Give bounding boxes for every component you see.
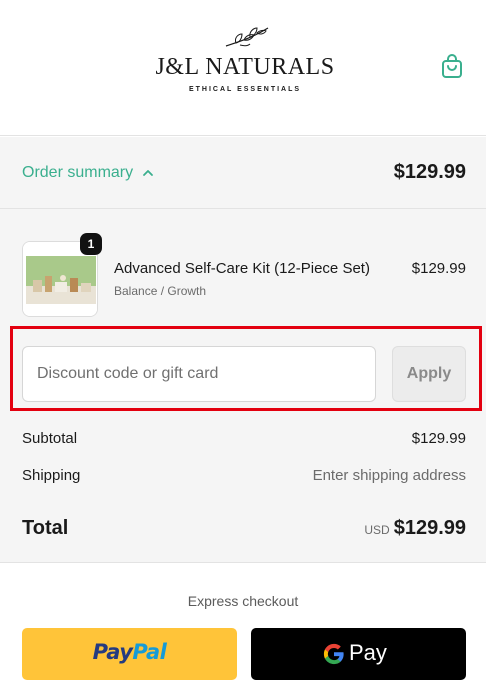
apply-discount-button[interactable]: Apply [392,346,466,402]
order-summary-label: Order summary [22,164,134,181]
paypal-logo-part2: Pal [132,640,167,664]
shipping-value: Enter shipping address [312,467,466,484]
express-checkout-label: Express checkout [187,593,299,609]
google-pay-button[interactable]: Pay [251,628,466,680]
shipping-label: Shipping [22,467,81,484]
chevron-up-icon [143,170,153,176]
order-summary-total: $129.99 [393,161,466,183]
brand-tagline: ETHICAL ESSENTIALS [188,86,302,93]
subtotal-value: $129.99 [411,430,466,447]
currency-code: USD [364,523,390,537]
store-logo[interactable]: J&L NATURALS ETHICAL ESSENTIALS [150,24,340,104]
total-row: Total USD $129.99 [22,517,466,540]
total-value: $129.99 [393,517,466,539]
shipping-row: Shipping Enter shipping address [22,467,466,484]
google-g-icon [323,643,344,665]
line-item: 1 Advanced Self-Care Kit (12-Piece Set) … [22,233,466,317]
product-name: Advanced Self-Care Kit (12-Piece Set) [114,260,370,277]
leaf-branch-icon [225,27,269,47]
product-price: $129.99 [411,260,466,277]
total-label: Total [22,517,69,539]
quantity-badge: 1 [80,233,102,255]
order-summary-toggle[interactable]: Order summary $129.99 [0,137,486,209]
paypal-button[interactable]: PayPal [22,628,237,680]
brand-name: J&L NATURALS [155,54,335,80]
order-summary-panel: Order summary $129.99 1 Advanced Self-Ca… [0,137,486,563]
shopping-bag-icon[interactable] [441,53,463,79]
paypal-logo-part1: Pay [92,640,133,664]
subtotal-label: Subtotal [22,430,78,447]
discount-code-input[interactable] [22,346,376,402]
paypal-logo: PayPal [93,640,167,664]
google-pay-label: Pay [349,640,387,665]
checkout-header: J&L NATURALS ETHICAL ESSENTIALS [0,0,486,136]
product-variant: Balance / Growth [114,284,207,298]
total-value-group: USD $129.99 [364,517,466,540]
subtotal-row: Subtotal $129.99 [22,430,466,447]
